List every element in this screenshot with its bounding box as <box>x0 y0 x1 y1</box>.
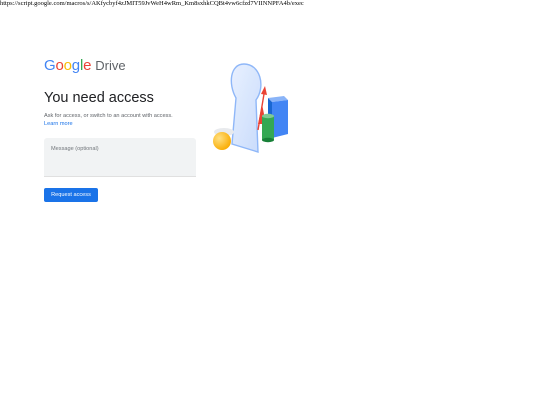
google-drive-logo: Google Drive <box>44 56 126 74</box>
product-name: Drive <box>95 57 126 73</box>
keyhole-shapes-illustration <box>213 63 288 153</box>
learn-more-link[interactable]: Learn more <box>44 120 173 128</box>
access-description: Ask for access, or switch to an account … <box>44 112 173 128</box>
page-url: https://script.google.com/macros/s/AKfyc… <box>0 0 304 7</box>
google-wordmark: Google <box>44 56 92 74</box>
message-input[interactable] <box>44 138 196 177</box>
description-text: Ask for access, or switch to an account … <box>44 113 173 119</box>
request-access-button[interactable]: Request access <box>44 188 98 202</box>
page-title: You need access <box>44 90 154 106</box>
